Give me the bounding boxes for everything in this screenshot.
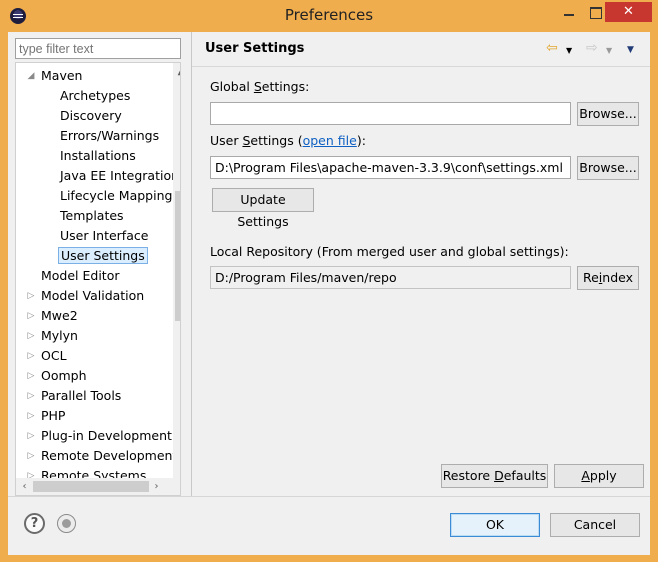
global-settings-label: Global Settings:	[210, 79, 310, 94]
tree-item[interactable]: Lifecycle Mappings	[58, 186, 180, 206]
scroll-left-arrow-icon[interactable]: ‹	[16, 478, 33, 495]
tree-item[interactable]: Installations	[58, 146, 138, 166]
tree-item[interactable]: ▷ Mwe2	[28, 306, 80, 326]
tree-item-label: OCL	[41, 348, 67, 363]
forward-dropdown-icon[interactable]: ▼	[606, 46, 612, 55]
tree-item-label: Lifecycle Mappings	[60, 188, 179, 203]
tree-item-label: Model Validation	[41, 288, 145, 303]
title-bar[interactable]: Preferences ✕	[0, 0, 658, 32]
tree-item[interactable]: Errors/Warnings	[58, 126, 161, 146]
tree-item[interactable]: ▷ Mylyn	[28, 326, 80, 346]
tree-item-label: User Interface	[60, 228, 149, 243]
tree-item-label: Plug-in Development	[41, 428, 172, 443]
tree-item[interactable]: Archetypes	[58, 86, 132, 106]
tree-item[interactable]: ▷ PHP	[28, 406, 67, 426]
tree-hscroll-thumb[interactable]	[33, 481, 149, 492]
page-title: User Settings	[205, 41, 305, 56]
tree-item-label: Errors/Warnings	[60, 128, 160, 143]
tree-item[interactable]: ▷ Model Validation	[28, 286, 146, 306]
local-repository-label: Local Repository (From merged user and g…	[210, 244, 569, 259]
tree-item-label: Templates	[60, 208, 124, 223]
open-file-link[interactable]: open file	[303, 133, 357, 148]
preferences-tree: ◢ Maven Archetypes Discovery Errors/Warnings…	[15, 62, 181, 496]
back-dropdown-icon[interactable]: ▼	[566, 46, 572, 55]
panel-splitter[interactable]	[191, 32, 192, 496]
help-icon[interactable]: ?	[24, 513, 45, 534]
tree-item-label: Installations	[60, 148, 136, 163]
tree-item-label: Maven	[41, 68, 83, 83]
collapsed-arrow-icon[interactable]: ▷	[25, 406, 37, 426]
update-settings-button[interactable]: Update Settings	[212, 188, 314, 229]
tree-item[interactable]: Model Editor	[39, 266, 122, 286]
collapsed-arrow-icon[interactable]: ▷	[25, 366, 37, 386]
back-arrow-icon[interactable]: ⇦	[546, 40, 558, 56]
scroll-right-arrow-icon[interactable]: ›	[148, 478, 165, 495]
tree-item-label: Remote Development	[41, 448, 178, 463]
tree-item-label: Model Editor	[41, 268, 120, 283]
global-browse-button[interactable]: Browse...	[577, 102, 639, 126]
minimize-button[interactable]	[556, 2, 582, 22]
user-browse-button[interactable]: Browse...	[577, 156, 639, 180]
tree-item[interactable]: Templates	[58, 206, 126, 226]
tree-scroll-thumb[interactable]	[175, 191, 180, 321]
collapsed-arrow-icon[interactable]: ▷	[25, 346, 37, 366]
page-header: User Settings ⇦ ▼ ⇨ ▼ ▼	[192, 32, 650, 67]
user-settings-label: User Settings (open file):	[210, 133, 366, 148]
tree-horizontal-scrollbar[interactable]: ‹ ›	[15, 478, 181, 496]
record-icon[interactable]	[57, 514, 76, 533]
view-menu-icon[interactable]: ▼	[627, 45, 634, 55]
collapsed-arrow-icon[interactable]: ▷	[25, 306, 37, 326]
tree-item-label: Mylyn	[41, 328, 78, 343]
collapsed-arrow-icon[interactable]: ▷	[25, 286, 37, 306]
tree-item[interactable]: User Settings	[58, 246, 148, 266]
dialog-content: ◢ Maven Archetypes Discovery Errors/Warnings…	[8, 32, 650, 555]
footer-separator	[8, 496, 650, 497]
forward-arrow-icon[interactable]: ⇨	[586, 40, 598, 56]
tree-item-label: User Settings	[58, 247, 148, 264]
tree-item[interactable]: Java EE Integration	[58, 166, 180, 186]
tree-item-label: Oomph	[41, 368, 87, 383]
tree-item-label: Archetypes	[60, 88, 131, 103]
collapsed-arrow-icon[interactable]: ▷	[25, 326, 37, 346]
tree-item-label: Parallel Tools	[41, 388, 122, 403]
tree-vertical-scrollbar[interactable]: ▲ ▼	[173, 63, 180, 495]
tree-item[interactable]: ▷ Parallel Tools	[28, 386, 123, 406]
user-settings-input[interactable]: D:\Program Files\apache-maven-3.3.9\conf…	[210, 156, 571, 179]
tree-item-label: Discovery	[60, 108, 122, 123]
tree-item[interactable]: ▷ Oomph	[28, 366, 89, 386]
expanded-arrow-icon[interactable]: ◢	[25, 66, 37, 86]
tree-item-label: Java EE Integration	[60, 168, 180, 183]
scroll-up-arrow-icon[interactable]: ▲	[173, 63, 180, 80]
collapsed-arrow-icon[interactable]: ▷	[25, 426, 37, 446]
tree-item[interactable]: Discovery	[58, 106, 124, 126]
tree-item-label: Mwe2	[41, 308, 78, 323]
tree-item-label: PHP	[41, 408, 66, 423]
collapsed-arrow-icon[interactable]: ▷	[25, 446, 37, 466]
tree-item[interactable]: User Interface	[58, 226, 150, 246]
global-settings-input[interactable]	[210, 102, 571, 125]
local-repository-input[interactable]: D:/Program Files/maven/repo	[210, 266, 571, 289]
cancel-button[interactable]: Cancel	[550, 513, 640, 537]
close-button[interactable]: ✕	[605, 2, 652, 22]
apply-button[interactable]: Apply	[554, 464, 644, 488]
reindex-button[interactable]: Reindex	[577, 266, 639, 290]
preferences-window: Preferences ✕ ◢ Maven Archetypes Discovery E…	[0, 0, 658, 562]
tree-item[interactable]: ▷ OCL	[28, 346, 69, 366]
filter-input[interactable]	[15, 38, 181, 59]
tree-item[interactable]: ▷ Remote Development	[28, 446, 179, 466]
restore-defaults-button[interactable]: Restore Defaults	[441, 464, 548, 488]
tree-item[interactable]: ▷ Plug-in Development	[28, 426, 174, 446]
ok-button[interactable]: OK	[450, 513, 540, 537]
tree-item[interactable]: ◢ Maven	[28, 66, 84, 86]
collapsed-arrow-icon[interactable]: ▷	[25, 386, 37, 406]
